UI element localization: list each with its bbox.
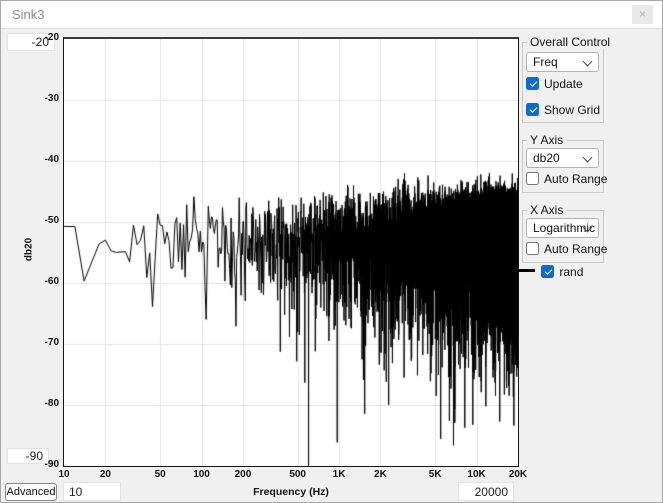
legend: rand (514, 265, 583, 281)
y-axis-group-title: Y Axis (527, 133, 566, 147)
y-tick-label: -50 (27, 215, 59, 226)
y-axis-group: Y Axis db20 Auto Range (522, 140, 604, 193)
y-axis-dropdown-value: db20 (533, 151, 560, 165)
x-tick-label: 200 (223, 469, 263, 480)
x-min-input[interactable] (63, 482, 121, 501)
y-auto-range-check-row[interactable]: Auto Range (526, 172, 607, 186)
x-tick-label: 20 (85, 469, 125, 480)
x-auto-range-checkbox[interactable] (526, 242, 539, 255)
check-icon (529, 105, 537, 113)
x-axis-group-title: X Axis (527, 203, 566, 217)
update-label: Update (544, 77, 583, 91)
plot-area[interactable] (63, 37, 519, 467)
update-checkbox[interactable] (526, 77, 539, 90)
x-auto-range-check-row[interactable]: Auto Range (526, 242, 607, 256)
legend-rand-checkbox[interactable] (541, 265, 554, 278)
y-tick-label: -80 (27, 398, 59, 409)
update-check-row[interactable]: Update (526, 77, 583, 91)
y-tick-label: -20 (27, 32, 59, 43)
plot-canvas[interactable] (64, 39, 518, 466)
close-icon[interactable]: × (632, 5, 653, 24)
x-tick-label: 20K (498, 469, 538, 480)
legend-line-sample (514, 269, 535, 272)
overall-control-group-title: Overall Control (527, 35, 613, 49)
x-auto-range-label: Auto Range (544, 242, 607, 256)
show-grid-check-row[interactable]: Show Grid (526, 103, 600, 117)
y-tick-label: -60 (27, 276, 59, 287)
y-tick-label: -70 (27, 337, 59, 348)
x-tick-label: 50 (140, 469, 180, 480)
y-auto-range-label: Auto Range (544, 172, 607, 186)
legend-rand-label: rand (559, 265, 583, 279)
y-tick-label: -40 (27, 154, 59, 165)
x-axis-dropdown[interactable]: Logarithmic (526, 218, 599, 238)
sink-plot-window: Sink3 × Advanced db20 Frequency (Hz) 102… (0, 0, 663, 503)
overall-control-group: Overall Control Freq Update Show Grid (522, 42, 604, 123)
x-tick-label: 1K (319, 469, 359, 480)
title-bar[interactable]: Sink3 × (1, 1, 662, 29)
y-tick-label: -30 (27, 93, 59, 104)
y-tick-label: -90 (27, 459, 59, 470)
x-tick-label: 100 (182, 469, 222, 480)
y-axis-title: db20 (24, 230, 35, 270)
x-max-input[interactable] (458, 482, 514, 501)
x-tick-label: 10K (457, 469, 497, 480)
window-title: Sink3 (12, 7, 45, 22)
x-axis-group: X Axis Logarithmic Auto Range (522, 210, 604, 263)
check-icon (544, 267, 552, 275)
y-auto-range-checkbox[interactable] (526, 172, 539, 185)
show-grid-label: Show Grid (544, 103, 600, 117)
overall-control-dropdown[interactable]: Freq (526, 52, 599, 72)
x-tick-label: 10 (44, 469, 84, 480)
x-tick-label: 500 (278, 469, 318, 480)
x-tick-label: 2K (360, 469, 400, 480)
overall-control-dropdown-value: Freq (533, 55, 558, 69)
show-grid-checkbox[interactable] (526, 103, 539, 116)
x-axis-title: Frequency (Hz) (201, 486, 381, 498)
advanced-button[interactable]: Advanced (5, 483, 57, 501)
chevron-down-icon (583, 153, 593, 163)
check-icon (529, 79, 537, 87)
y-axis-dropdown[interactable]: db20 (526, 148, 599, 168)
chevron-down-icon (583, 57, 593, 67)
x-tick-label: 5K (415, 469, 455, 480)
